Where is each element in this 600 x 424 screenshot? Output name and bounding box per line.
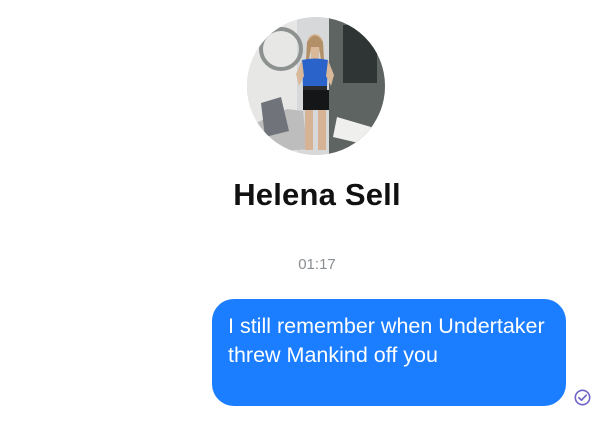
contact-name[interactable]: Helena Sell [0,177,600,213]
profile-photo [247,17,385,155]
check-circle-icon [574,389,591,406]
outgoing-message-bubble[interactable]: I still remember when Undertaker threw M… [212,299,566,406]
message-timestamp: 01:17 [298,256,336,273]
contact-avatar[interactable] [247,17,385,155]
